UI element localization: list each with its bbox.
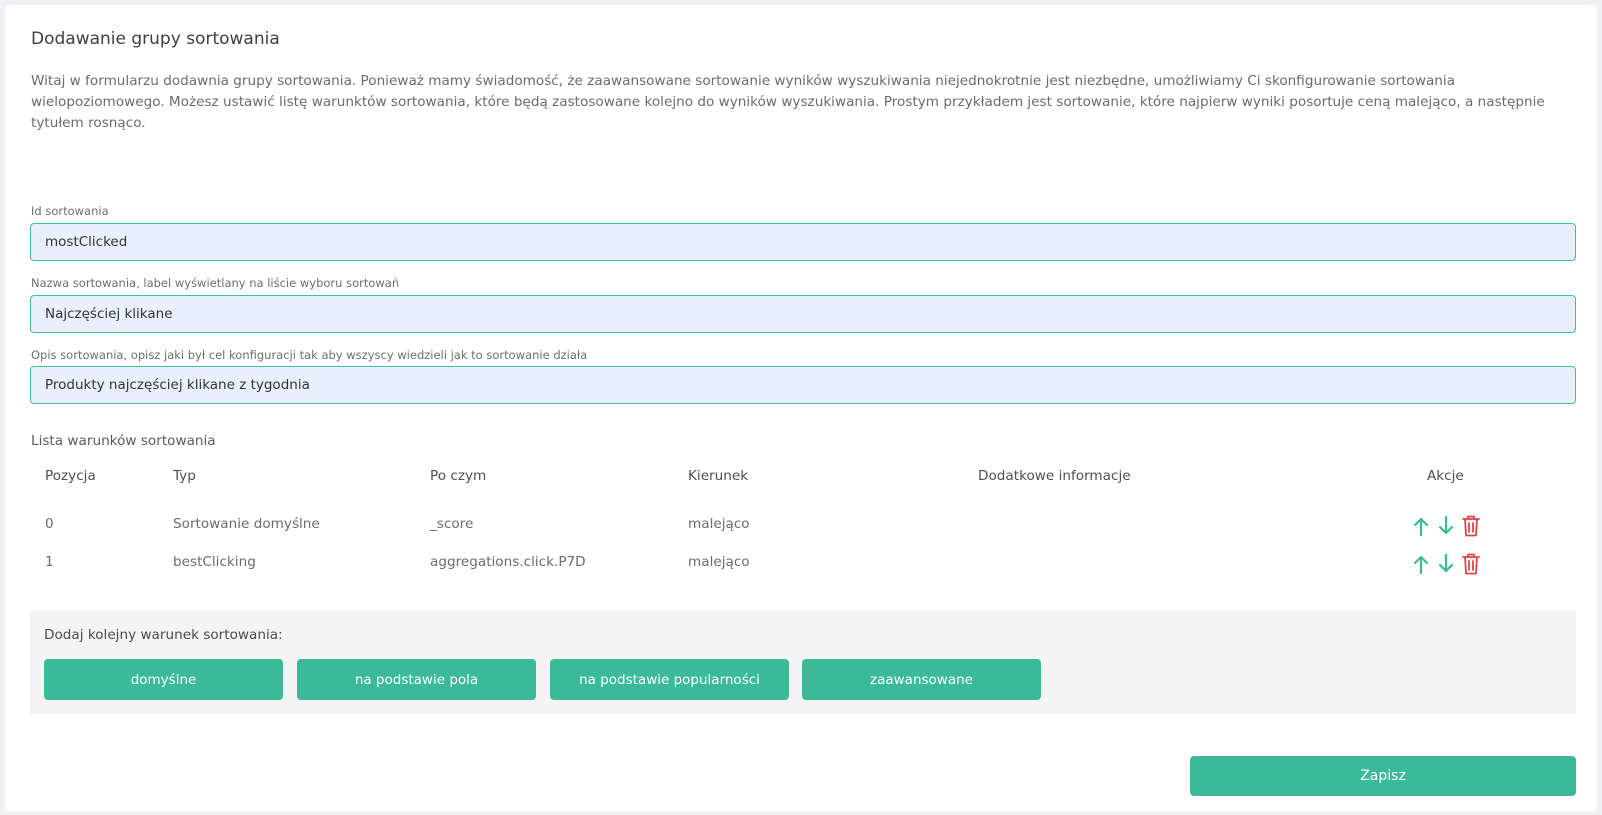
description-field-label: Opis sortowania, opisz jaki był cel konf…	[31, 348, 588, 362]
arrow-down-icon[interactable]	[1436, 553, 1456, 575]
column-header-type: Typ	[173, 468, 196, 484]
id-field-label: Id sortowania	[31, 204, 109, 218]
row-type: Sortowanie domyślne	[173, 516, 320, 532]
form-card: Dodawanie grupy sortowania Witaj w formu…	[5, 5, 1597, 812]
arrow-down-icon[interactable]	[1436, 515, 1456, 537]
row-type: bestClicking	[173, 554, 256, 570]
add-condition-label: Dodaj kolejny warunek sortowania:	[44, 627, 283, 643]
trash-icon[interactable]	[1461, 553, 1481, 575]
page-title: Dodawanie grupy sortowania	[31, 29, 280, 49]
column-header-info: Dodatkowe informacje	[978, 468, 1131, 484]
conditions-list-label: Lista warunków sortowania	[31, 433, 216, 449]
row-position: 1	[45, 554, 54, 570]
row-position: 0	[45, 516, 54, 532]
row-actions	[1411, 515, 1481, 537]
name-field[interactable]	[30, 295, 1576, 333]
row-direction: malejąco	[688, 554, 750, 570]
description-field[interactable]	[30, 366, 1576, 404]
name-field-label: Nazwa sortowania, label wyświetlany na l…	[31, 276, 400, 290]
column-header-position: Pozycja	[45, 468, 96, 484]
column-header-field: Po czym	[430, 468, 487, 484]
add-condition-panel: Dodaj kolejny warunek sortowania: domyśl…	[30, 610, 1576, 714]
intro-text: Witaj w formularzu dodawnia grupy sortow…	[31, 73, 1545, 131]
add-field-based-button[interactable]: na podstawie pola	[297, 659, 536, 700]
trash-icon[interactable]	[1461, 515, 1481, 537]
add-default-button[interactable]: domyślne	[44, 659, 283, 700]
save-button[interactable]: Zapisz	[1190, 756, 1576, 796]
add-advanced-button[interactable]: zaawansowane	[802, 659, 1041, 700]
row-actions	[1411, 553, 1481, 575]
column-header-actions: Akcje	[1427, 468, 1464, 484]
row-direction: malejąco	[688, 516, 750, 532]
id-field[interactable]	[30, 223, 1576, 261]
arrow-up-icon[interactable]	[1411, 553, 1431, 575]
add-popularity-based-button[interactable]: na podstawie popularności	[550, 659, 789, 700]
arrow-up-icon[interactable]	[1411, 515, 1431, 537]
column-header-direction: Kierunek	[688, 468, 749, 484]
row-field: aggregations.click.P7D	[430, 554, 586, 570]
row-field: _score	[430, 516, 474, 532]
